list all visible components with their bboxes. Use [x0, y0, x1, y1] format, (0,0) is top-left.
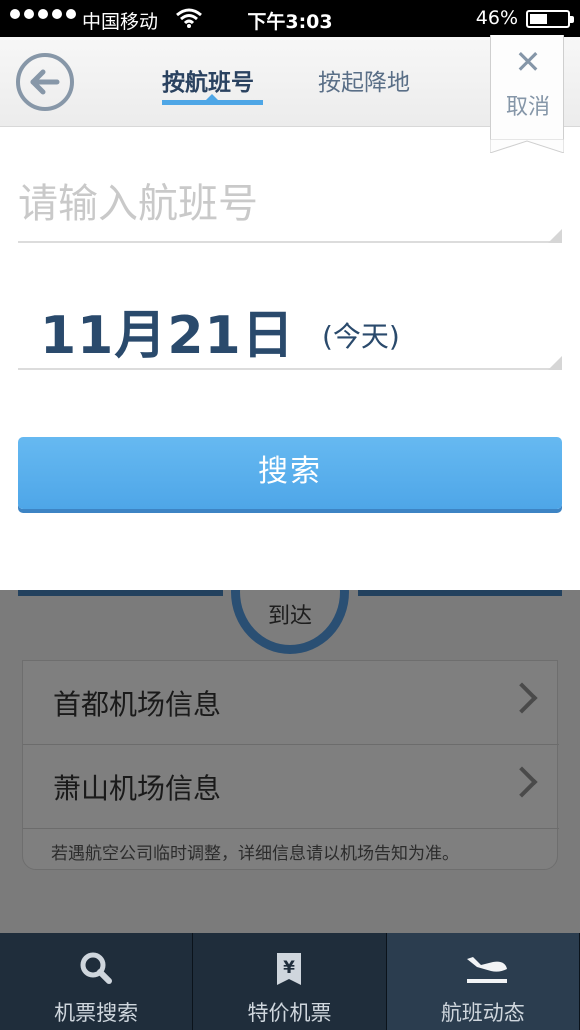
disclaimer-note: 若遇航空公司临时调整，详细信息请以机场告知为准。 [51, 844, 459, 864]
airport-info-card: 首都机场信息 萧山机场信息 若遇航空公司临时调整，详细信息请以机场告知为准。 [22, 660, 559, 870]
tab-special-tickets[interactable]: ¥ 特价机票 [193, 933, 387, 1030]
tab-flight-status[interactable]: 航班动态 [386, 933, 580, 1030]
plane-landing-icon [463, 949, 507, 989]
field-corner-mark [548, 356, 562, 370]
date-today-label: (今天) [322, 320, 400, 353]
airport-info-label: 萧山机场信息 [53, 772, 222, 805]
battery-icon [526, 10, 574, 28]
airport-info-row[interactable]: 首都机场信息 [23, 661, 559, 745]
close-icon: ✕ [514, 43, 542, 81]
tab-by-flight-number[interactable]: 按航班号 [162, 63, 254, 97]
background-segment-right [358, 590, 562, 596]
status-bar: 中国移动 下午3:03 46% [0, 0, 580, 37]
tab-label: 机票搜索 [54, 1001, 139, 1025]
search-button[interactable]: 搜索 [18, 437, 562, 509]
input-divider [18, 241, 562, 243]
background-segment-left [18, 590, 223, 596]
ribbon-tail [490, 139, 564, 153]
battery-percentage: 46% [475, 7, 518, 29]
tab-label: 特价机票 [247, 1001, 332, 1025]
tab-bar: 机票搜索 ¥ 特价机票 航班动态 [0, 933, 580, 1030]
flight-number-input[interactable] [18, 165, 562, 243]
search-icon [76, 949, 116, 989]
cancel-label: 取消 [505, 95, 550, 120]
arrival-circle-label: 到达 [267, 604, 312, 629]
svg-text:¥: ¥ [284, 958, 296, 978]
chevron-right-icon [506, 766, 538, 798]
background-page: 到达 首都机场信息 萧山机场信息 若遇航空公司临时调整，详细信息请以机场告知为准… [0, 530, 580, 935]
tab-flight-search[interactable]: 机票搜索 [0, 933, 194, 1030]
back-button[interactable] [16, 53, 74, 111]
flight-search-modal: 按航班号 按起降地 ✕ 取消 11月21日 (今天) 搜索 [0, 35, 580, 590]
date-divider [18, 368, 562, 370]
airport-info-label: 首都机场信息 [53, 688, 222, 721]
active-tab-underline [162, 100, 263, 105]
date-value: 11月21日 [40, 306, 295, 366]
airport-info-row[interactable]: 萧山机场信息 [23, 745, 559, 829]
tab-by-airport[interactable]: 按起降地 [318, 63, 410, 97]
chevron-right-icon [506, 682, 538, 714]
tab-label: 航班动态 [440, 1001, 525, 1025]
yen-ticket-icon: ¥ [269, 949, 309, 989]
cancel-button[interactable]: ✕ 取消 [490, 35, 564, 153]
arrow-left-icon [30, 69, 60, 95]
field-corner-mark [548, 229, 562, 243]
